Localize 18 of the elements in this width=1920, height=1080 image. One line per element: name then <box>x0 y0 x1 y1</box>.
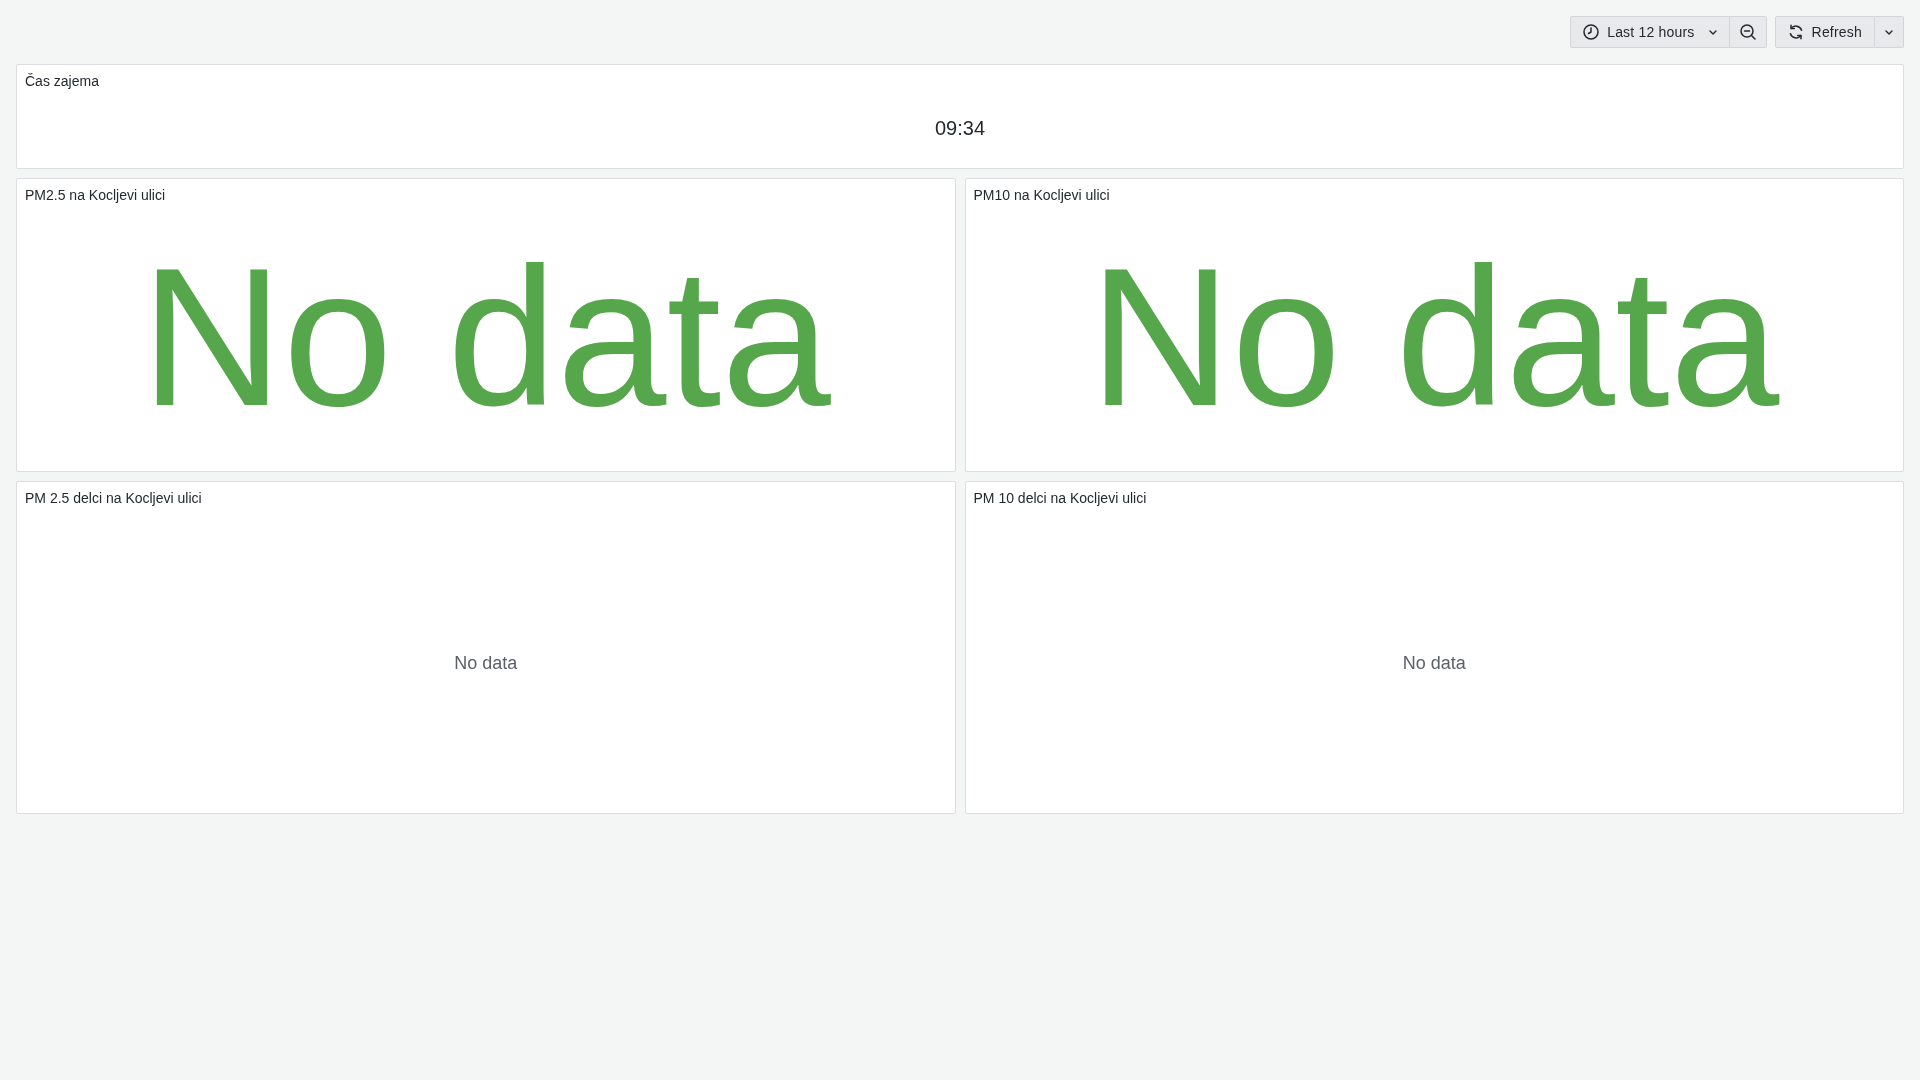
caret-icon <box>1885 29 1893 35</box>
refresh-icon <box>1787 24 1804 40</box>
zoom-out-button[interactable] <box>1729 16 1767 48</box>
no-data-message: No data <box>1402 652 1466 675</box>
time-range-button[interactable]: Last 12 hours <box>1570 16 1730 48</box>
panel-title: PM2.5 na Kocljevi ulici <box>24 186 167 205</box>
panel-title: PM 10 delci na Kocljevi ulici <box>972 489 1148 508</box>
stat-value: No data <box>140 238 831 444</box>
zoom-out-icon <box>1739 24 1756 40</box>
panel-title: PM10 na Kocljevi ulici <box>972 186 1111 205</box>
refresh-button[interactable]: Refresh <box>1774 16 1875 48</box>
stat-value: No data <box>1089 238 1780 444</box>
panel-title: Čas zajema <box>24 72 100 91</box>
no-data-message: No data <box>454 652 518 675</box>
clock-icon <box>1583 24 1600 40</box>
stat-value: 09:34 <box>934 115 986 140</box>
caret-icon <box>1708 29 1717 35</box>
panel-title: PM 2.5 delci na Kocljevi ulici <box>24 489 203 508</box>
